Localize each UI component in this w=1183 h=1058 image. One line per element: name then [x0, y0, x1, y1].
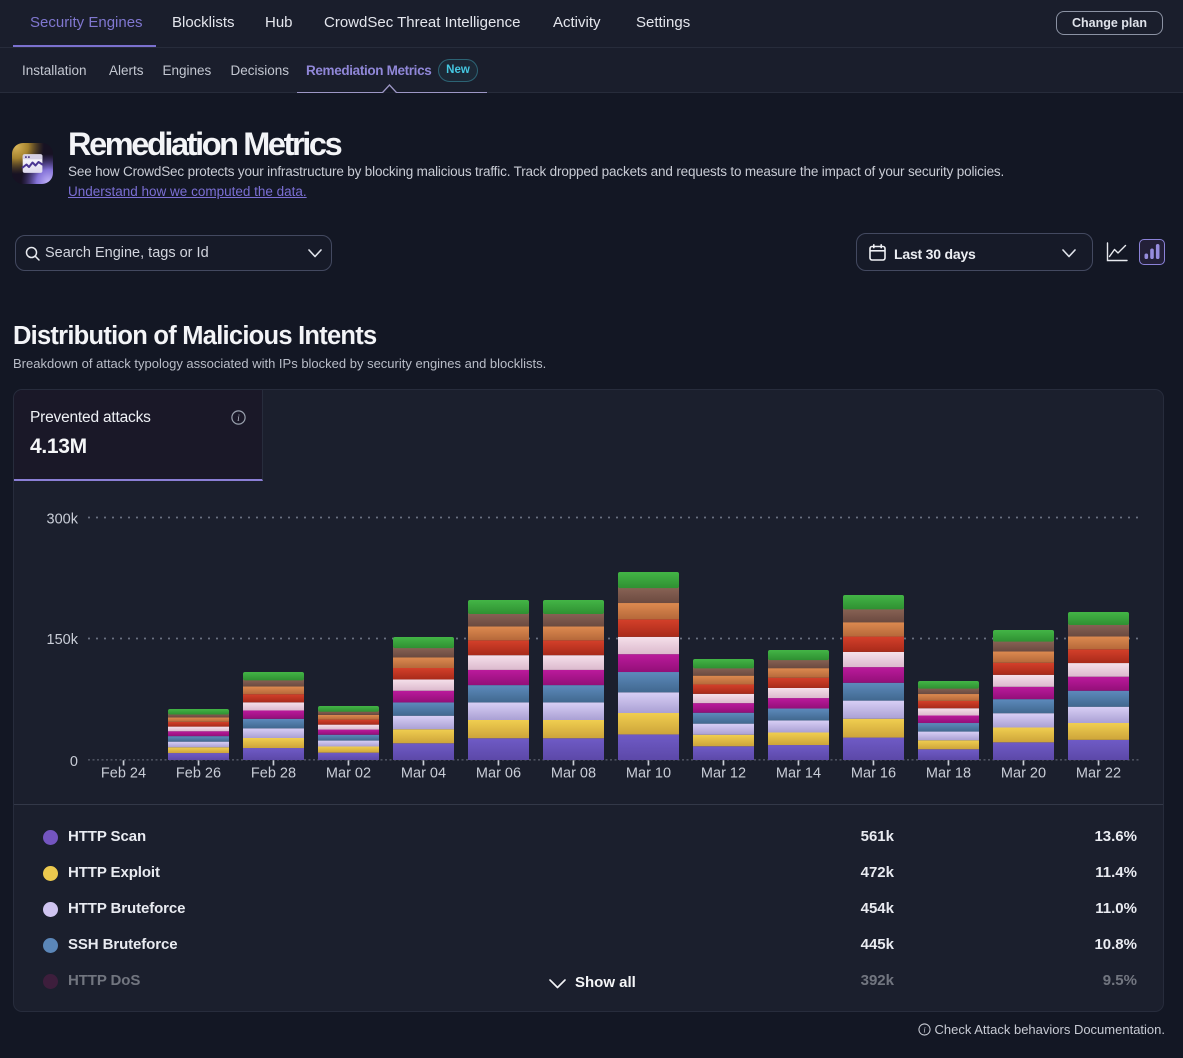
- svg-text:Mar 14: Mar 14: [776, 766, 821, 782]
- svg-text:300k: 300k: [47, 512, 79, 528]
- svg-text:Feb 28: Feb 28: [251, 766, 296, 782]
- svg-text:Mar 22: Mar 22: [1076, 766, 1121, 782]
- svg-text:Mar 04: Mar 04: [401, 766, 446, 782]
- svg-text:Mar 16: Mar 16: [851, 766, 896, 782]
- svg-text:Mar 08: Mar 08: [551, 766, 596, 782]
- svg-text:Mar 10: Mar 10: [626, 766, 671, 782]
- svg-text:150k: 150k: [47, 632, 79, 648]
- svg-text:Mar 06: Mar 06: [476, 766, 521, 782]
- svg-text:Mar 18: Mar 18: [926, 766, 971, 782]
- svg-text:Mar 20: Mar 20: [1001, 766, 1046, 782]
- svg-text:Mar 12: Mar 12: [701, 766, 746, 782]
- svg-text:Feb 24: Feb 24: [101, 766, 146, 782]
- svg-text:i: i: [923, 1025, 926, 1034]
- svg-text:Feb 26: Feb 26: [176, 766, 221, 782]
- svg-text:Mar 02: Mar 02: [326, 766, 371, 782]
- svg-text:0: 0: [70, 754, 78, 770]
